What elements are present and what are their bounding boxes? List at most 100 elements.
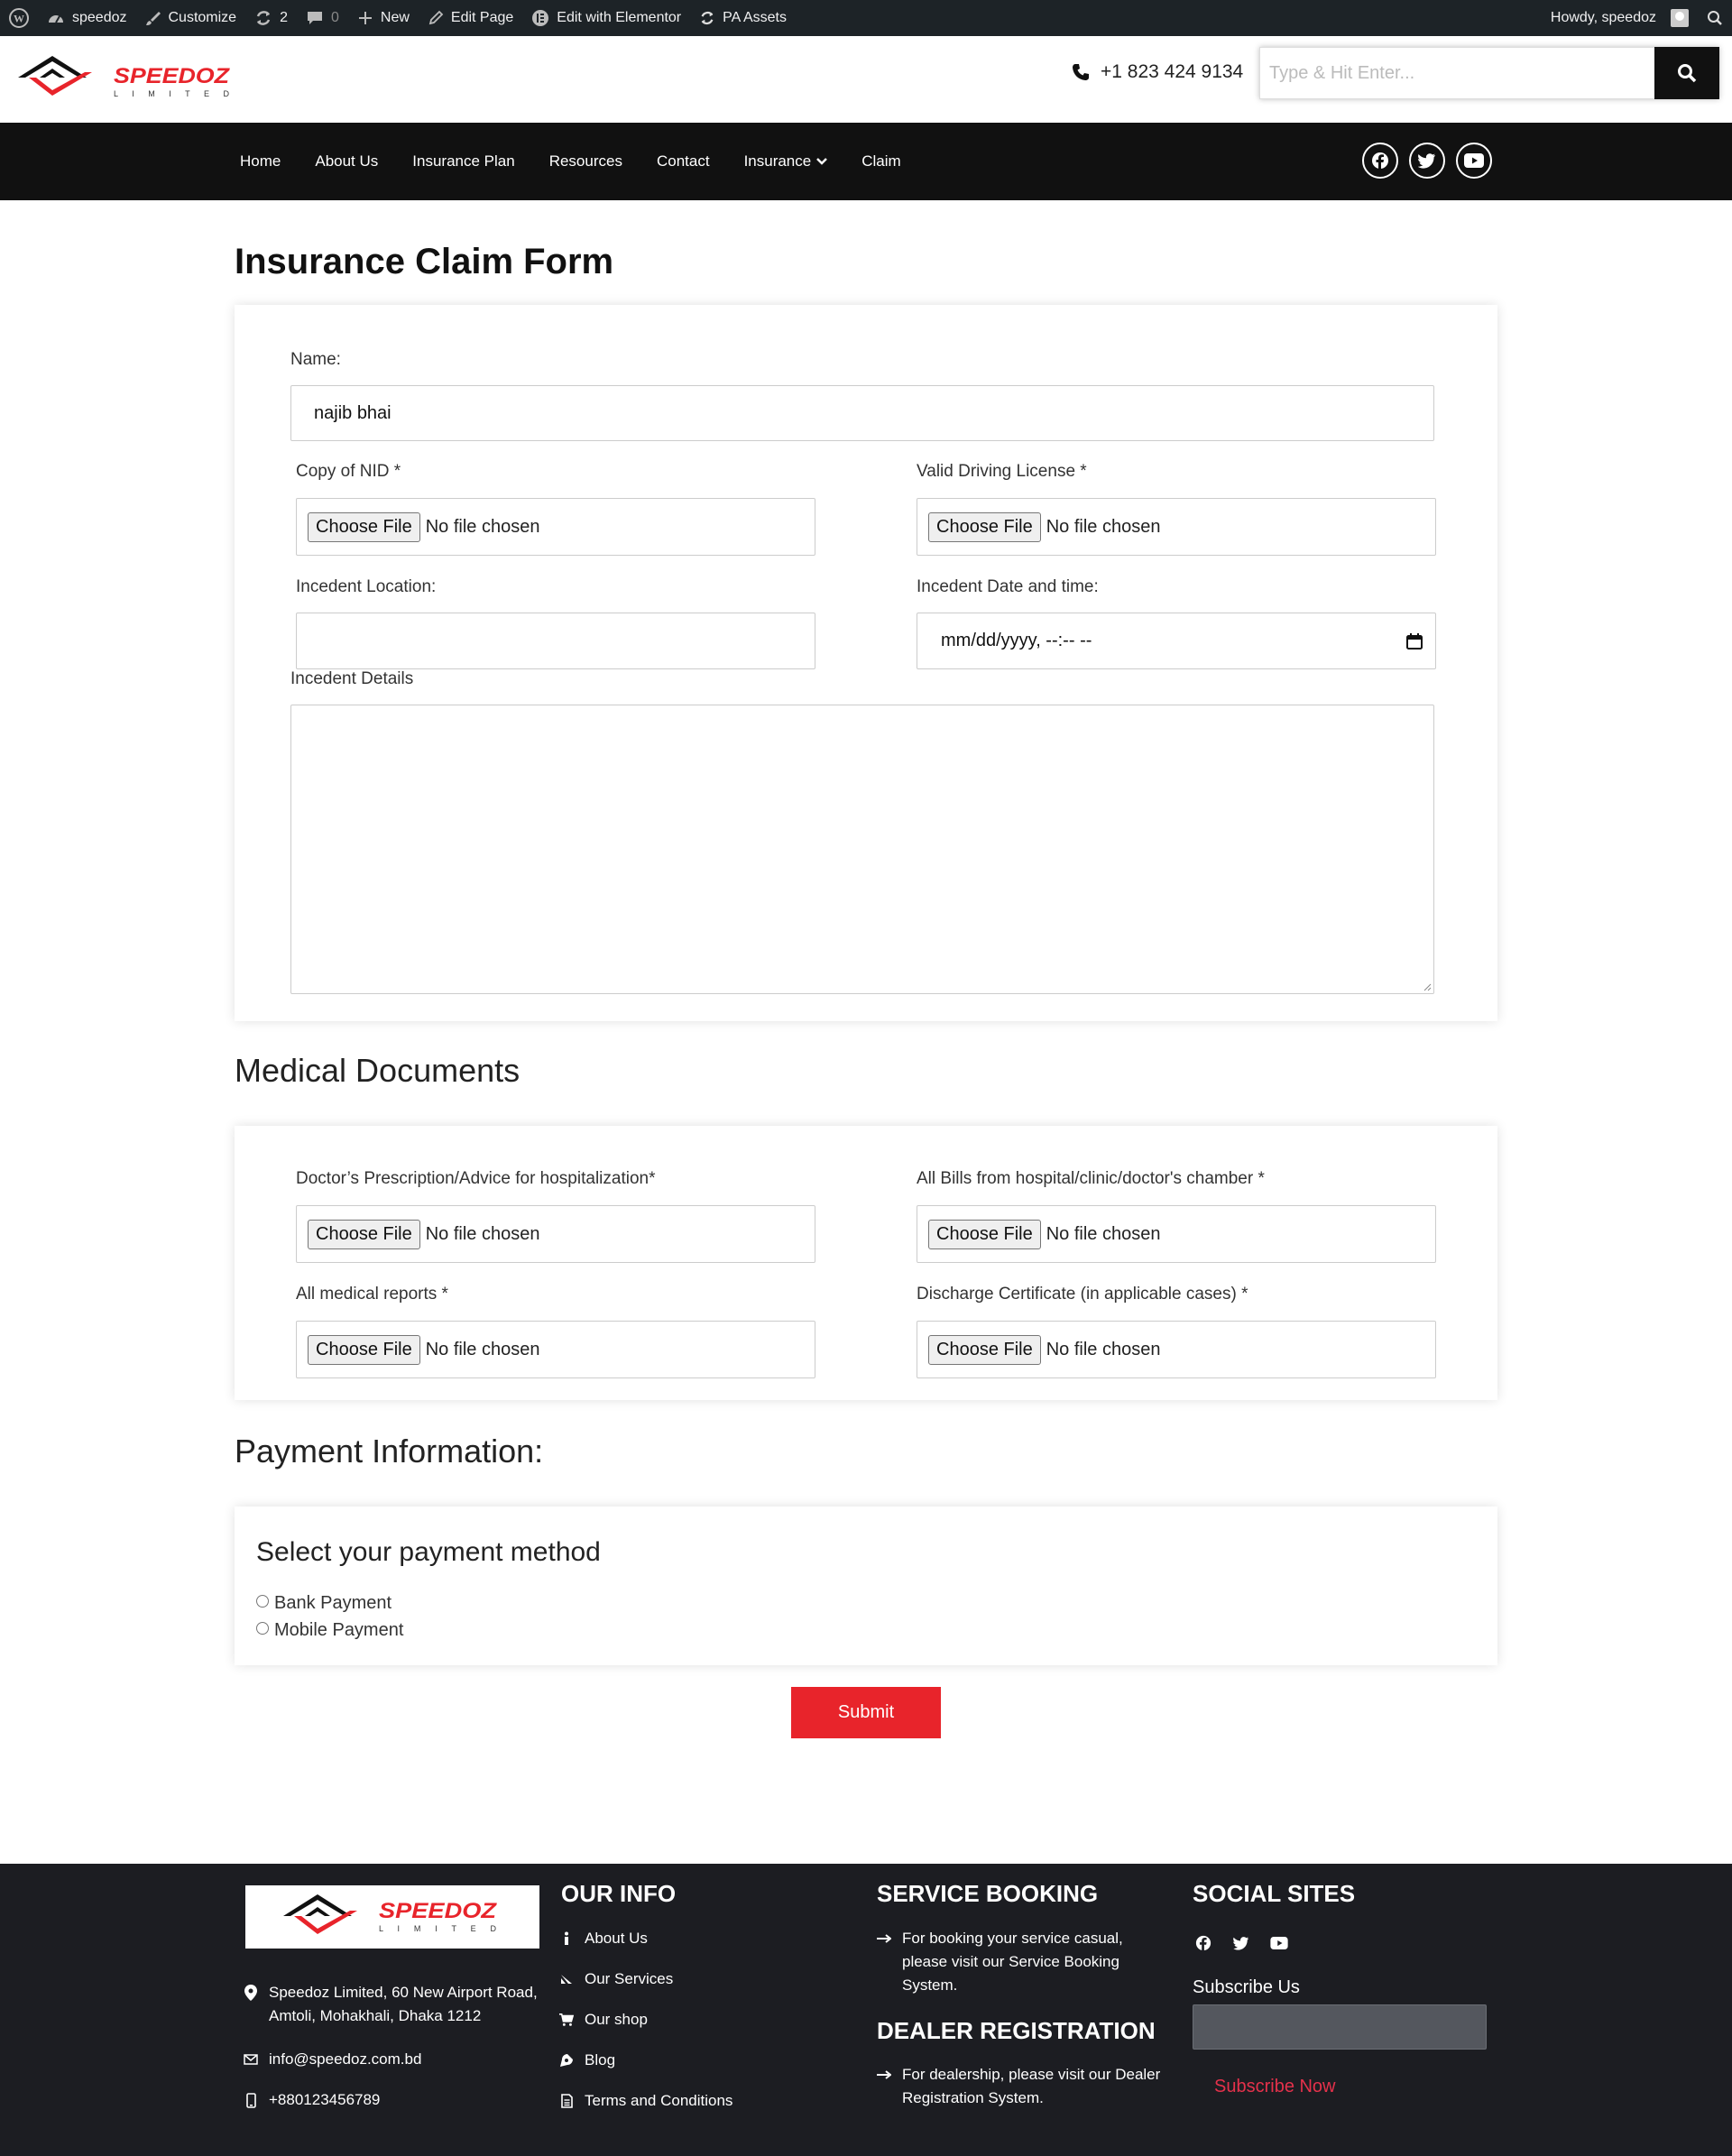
choose-file-button[interactable]: Choose File bbox=[928, 1219, 1041, 1249]
nav-item-claim[interactable]: Claim bbox=[861, 152, 900, 170]
main-navigation: Home About Us Insurance Plan Resources C… bbox=[0, 123, 1732, 200]
admin-comments-count: 0 bbox=[330, 10, 339, 25]
twitter-icon bbox=[1418, 153, 1435, 169]
footer-link-about[interactable]: About Us bbox=[559, 1927, 648, 1950]
details-label: Incedent Details bbox=[290, 669, 414, 688]
admin-new-label: New bbox=[380, 10, 410, 25]
admin-pa-assets-link[interactable]: PA Assets bbox=[690, 0, 796, 36]
radio-label: Mobile Payment bbox=[274, 1620, 404, 1640]
admin-howdy-text: Howdy, speedoz bbox=[1550, 10, 1656, 25]
admin-pa-assets-label: PA Assets bbox=[723, 10, 787, 25]
details-textarea[interactable] bbox=[290, 705, 1434, 994]
wordpress-logo-icon[interactable]: W bbox=[0, 0, 38, 36]
nav-item-home[interactable]: Home bbox=[240, 152, 281, 170]
reports-label: All medical reports * bbox=[296, 1285, 448, 1304]
mobile-payment-radio[interactable] bbox=[256, 1621, 269, 1635]
admin-edit-page-link[interactable]: Edit Page bbox=[419, 0, 522, 36]
nav-item-about[interactable]: About Us bbox=[315, 152, 378, 170]
youtube-icon bbox=[1270, 1937, 1288, 1949]
nav-item-contact[interactable]: Contact bbox=[657, 152, 710, 170]
search-input[interactable] bbox=[1259, 47, 1654, 99]
mobile-payment-option[interactable]: Mobile Payment bbox=[256, 1620, 403, 1641]
subscribe-button[interactable]: Subscribe Now bbox=[1214, 2077, 1336, 2097]
nav-item-resources[interactable]: Resources bbox=[549, 152, 622, 170]
subscribe-email-input[interactable] bbox=[1193, 2004, 1487, 2050]
file-status: No file chosen bbox=[1046, 516, 1161, 537]
datetime-input[interactable]: mm/dd/yyyy, --:-- -- bbox=[917, 613, 1436, 669]
admin-account-link[interactable]: Howdy, speedoz bbox=[1542, 0, 1698, 36]
logo-subtext: L I M I T E D bbox=[114, 89, 230, 98]
location-label: Incedent Location: bbox=[296, 577, 437, 596]
admin-elementor-link[interactable]: Edit with Elementor bbox=[522, 0, 690, 36]
reports-file-input[interactable]: Choose File No file chosen bbox=[296, 1321, 815, 1378]
choose-file-button[interactable]: Choose File bbox=[928, 1334, 1041, 1365]
prescription-file-input[interactable]: Choose File No file chosen bbox=[296, 1205, 815, 1263]
license-file-input[interactable]: Choose File No file chosen bbox=[917, 498, 1436, 556]
calendar-icon[interactable] bbox=[1406, 632, 1423, 650]
name-input[interactable] bbox=[290, 385, 1434, 441]
bank-payment-radio[interactable] bbox=[256, 1594, 269, 1608]
nav-item-insurance[interactable]: Insurance bbox=[744, 152, 828, 170]
social-sites-heading: SOCIAL SITES bbox=[1193, 1880, 1356, 1907]
footer-link-shop[interactable]: Our shop bbox=[559, 2008, 648, 2032]
service-booking-link[interactable]: For booking your service casual, please … bbox=[877, 1927, 1165, 1997]
footer-link-services[interactable]: Our Services bbox=[559, 1967, 673, 1991]
admin-customize-link[interactable]: Customize bbox=[136, 0, 246, 36]
choose-file-button[interactable]: Choose File bbox=[308, 1219, 420, 1249]
choose-file-button[interactable]: Choose File bbox=[928, 511, 1041, 542]
bills-label: All Bills from hospital/clinic/doctor's … bbox=[917, 1169, 1265, 1188]
resize-handle-icon[interactable] bbox=[1423, 982, 1432, 991]
nav-item-insurance-plan[interactable]: Insurance Plan bbox=[412, 152, 514, 170]
youtube-link[interactable] bbox=[1456, 143, 1492, 179]
admin-new-link[interactable]: New bbox=[348, 0, 419, 36]
footer-logo[interactable]: SPEEDOZ L I M I T E D bbox=[245, 1885, 539, 1949]
header-phone[interactable]: +1 823 424 9134 bbox=[1072, 60, 1243, 85]
nid-file-input[interactable]: Choose File No file chosen bbox=[296, 498, 815, 556]
choose-file-button[interactable]: Choose File bbox=[308, 511, 420, 542]
pencil-icon bbox=[428, 10, 444, 25]
location-input[interactable] bbox=[296, 613, 815, 669]
nav-item-label: Resources bbox=[548, 152, 622, 170]
twitter-icon bbox=[1233, 1937, 1248, 1950]
twitter-link[interactable] bbox=[1409, 143, 1445, 179]
youtube-icon bbox=[1464, 153, 1484, 168]
search-button[interactable] bbox=[1654, 47, 1719, 99]
bank-payment-option[interactable]: Bank Payment bbox=[256, 1593, 392, 1614]
admin-updates-link[interactable]: 2 bbox=[245, 0, 297, 36]
footer-link-terms[interactable]: Terms and Conditions bbox=[559, 2089, 732, 2113]
dealer-registration-link[interactable]: For dealership, please visit our Dealer … bbox=[877, 2063, 1165, 2110]
admin-site-name: speedoz bbox=[72, 10, 127, 25]
footer-twitter-link[interactable] bbox=[1230, 1932, 1252, 1954]
comment-icon bbox=[307, 12, 322, 24]
medical-documents-card: Doctor’s Prescription/Advice for hospita… bbox=[235, 1126, 1497, 1400]
choose-file-button[interactable]: Choose File bbox=[308, 1334, 420, 1365]
admin-site-link[interactable]: speedoz bbox=[38, 0, 136, 36]
datetime-placeholder: mm/dd/yyyy, --:-- -- bbox=[941, 631, 1092, 650]
payment-method-heading: Select your payment method bbox=[256, 1537, 601, 1567]
site-logo[interactable]: SPEEDOZ L I M I T E D bbox=[16, 54, 235, 101]
footer-youtube-link[interactable] bbox=[1268, 1932, 1290, 1954]
footer-email-text: info@speedoz.com.bd bbox=[269, 2050, 422, 2068]
bills-file-input[interactable]: Choose File No file chosen bbox=[917, 1205, 1436, 1263]
dealer-registration-text: For dealership, please visit our Dealer … bbox=[902, 2066, 1161, 2106]
discharge-label: Discharge Certificate (in applicable cas… bbox=[917, 1285, 1248, 1304]
brush-icon bbox=[145, 12, 161, 25]
admin-edit-page-label: Edit Page bbox=[450, 10, 514, 25]
facebook-link[interactable] bbox=[1362, 143, 1398, 179]
submit-button[interactable]: Submit bbox=[791, 1687, 941, 1738]
discharge-file-input[interactable]: Choose File No file chosen bbox=[917, 1321, 1436, 1378]
header-phone-number: +1 823 424 9134 bbox=[1101, 61, 1244, 82]
claim-form-card: Name: Copy of NID * Choose File No file … bbox=[235, 305, 1497, 1021]
mobile-phone-icon bbox=[245, 2092, 256, 2108]
footer-link-blog[interactable]: Blog bbox=[559, 2049, 615, 2072]
admin-search-button[interactable] bbox=[1698, 0, 1732, 36]
facebook-icon bbox=[1372, 152, 1388, 170]
footer-phone[interactable]: +880123456789 bbox=[244, 2088, 380, 2112]
footer-email[interactable]: info@speedoz.com.bd bbox=[244, 2048, 421, 2071]
footer-facebook-link[interactable] bbox=[1193, 1932, 1214, 1954]
facebook-icon bbox=[1195, 1935, 1211, 1951]
nav-item-label: Contact bbox=[656, 152, 710, 170]
dashboard-icon bbox=[49, 15, 63, 23]
cart-icon bbox=[559, 2013, 574, 2026]
admin-comments-link[interactable]: 0 bbox=[297, 0, 348, 36]
